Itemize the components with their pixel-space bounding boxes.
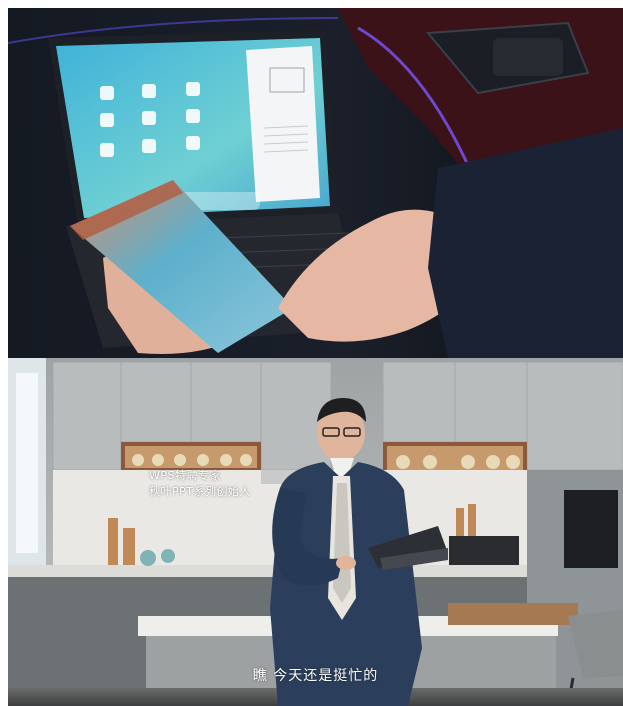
name-caption-line-1: WPS特聘专家 (149, 469, 221, 482)
car-scene-illustration (8, 8, 623, 358)
kitchen-scene-illustration (8, 358, 623, 706)
photo-man-in-kitchen: WPS特聘专家 秋叶PPT系列创始人 瞧 今天还是挺忙的 (8, 358, 623, 706)
name-caption-line-2: 秋叶PPT系列创始人 (149, 485, 251, 498)
photo-tablet-in-car (8, 8, 623, 358)
subtitle-caption: 瞧 今天还是挺忙的 (252, 668, 379, 684)
